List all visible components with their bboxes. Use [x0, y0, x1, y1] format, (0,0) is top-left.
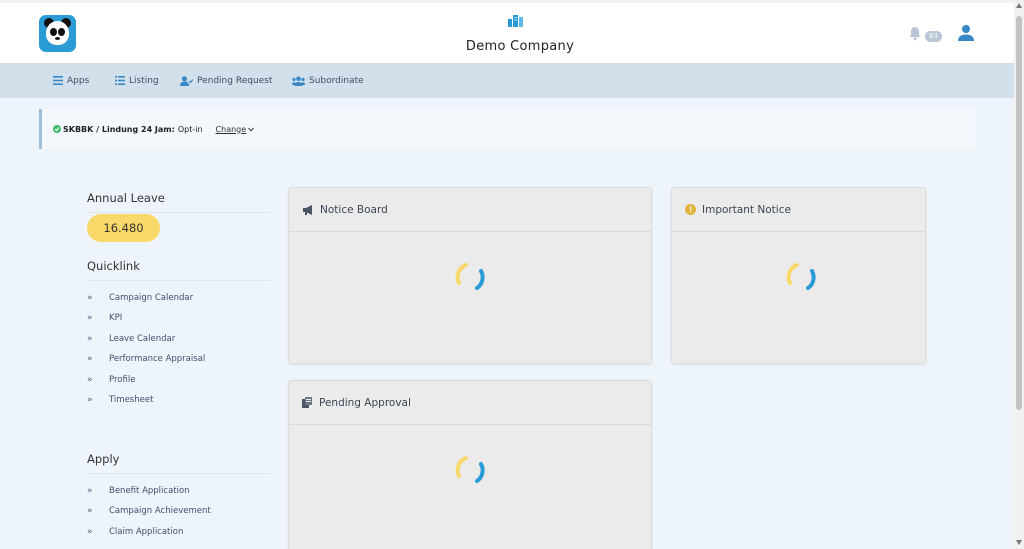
- status-bar: SKBBK / Lindung 24 Jam: Opt-in Change: [39, 109, 975, 149]
- divider: [87, 473, 271, 474]
- notice-board-title: Notice Board: [320, 203, 388, 216]
- chevron-down-icon: [248, 127, 255, 132]
- pending-approval-card: Pending Approval: [288, 380, 652, 549]
- users-icon: [292, 76, 305, 86]
- divider: [87, 212, 271, 213]
- quicklink-campaign-calendar[interactable]: » Campaign Calendar: [87, 291, 193, 304]
- double-chevron-right-icon: »: [87, 526, 93, 537]
- annual-leave-heading: Annual Leave: [87, 191, 165, 205]
- quicklink-label: Timesheet: [109, 394, 154, 405]
- apply-link-label: Campaign Achievement: [109, 505, 211, 516]
- nav-apps-label: Apps: [67, 75, 90, 86]
- user-icon[interactable]: [957, 24, 975, 42]
- bell-icon[interactable]: [908, 26, 922, 41]
- loading-spinner-icon: [786, 263, 816, 290]
- quicklink-label: Campaign Calendar: [109, 292, 194, 303]
- notice-board-header: Notice Board: [289, 188, 651, 232]
- apply-heading: Apply: [87, 452, 120, 466]
- important-notice-header: Important Notice: [672, 188, 925, 232]
- nav-pending-request-label: Pending Request: [197, 75, 273, 86]
- scroll-up-arrow-icon[interactable]: [1016, 3, 1022, 8]
- check-circle-icon: [53, 125, 61, 133]
- important-notice-card: Important Notice: [671, 187, 926, 364]
- quicklink-heading: Quicklink: [87, 259, 140, 273]
- panda-logo-icon[interactable]: [39, 15, 76, 52]
- change-dropdown[interactable]: Change: [216, 125, 255, 134]
- double-chevron-right-icon: »: [87, 333, 93, 344]
- nav-apps[interactable]: Apps: [53, 63, 89, 98]
- nav-pending-request[interactable]: Pending Request: [180, 63, 272, 98]
- change-label: Change: [215, 124, 247, 134]
- notice-board-card: Notice Board: [288, 187, 652, 364]
- info-circle-icon: [685, 204, 696, 215]
- quicklink-kpi[interactable]: » KPI: [87, 311, 122, 324]
- double-chevron-right-icon: »: [87, 485, 93, 496]
- apply-link-label: Claim Application: [109, 526, 184, 537]
- apply-link-label: Benefit Application: [109, 485, 190, 496]
- menu-icon: [53, 76, 63, 85]
- status-label: SKBBK / Lindung 24 Jam:: [63, 124, 175, 134]
- divider: [87, 280, 271, 281]
- nav-listing-label: Listing: [129, 75, 159, 86]
- scroll-down-arrow-icon[interactable]: [1016, 540, 1022, 545]
- nav-subordinate-label: Subordinate: [309, 75, 364, 86]
- scroll-thumb[interactable]: [1016, 16, 1022, 410]
- double-chevron-right-icon: »: [87, 312, 93, 323]
- loading-spinner-icon: [455, 456, 485, 483]
- status-value: Opt-in: [177, 124, 203, 134]
- user-check-icon: [180, 75, 193, 86]
- apply-benefit-application[interactable]: » Benefit Application: [87, 484, 190, 497]
- quicklink-leave-calendar[interactable]: » Leave Calendar: [87, 332, 175, 345]
- notification-badge[interactable]: 83: [925, 31, 942, 42]
- apply-claim-application[interactable]: » Claim Application: [87, 525, 183, 538]
- quicklink-label: Profile: [109, 374, 136, 385]
- important-notice-title: Important Notice: [702, 203, 791, 216]
- copy-icon: [302, 397, 312, 408]
- double-chevron-right-icon: »: [87, 394, 93, 405]
- double-chevron-right-icon: »: [87, 505, 93, 516]
- double-chevron-right-icon: »: [87, 374, 93, 385]
- quicklink-timesheet[interactable]: » Timesheet: [87, 393, 153, 406]
- main-navbar: Apps Listing Pending Request Subordinate: [0, 63, 1014, 98]
- double-chevron-right-icon: »: [87, 353, 93, 364]
- company-name: Demo Company: [465, 39, 575, 54]
- quicklink-label: Performance Appraisal: [109, 353, 206, 364]
- building-icon: [508, 15, 523, 27]
- quicklink-label: Leave Calendar: [109, 333, 176, 344]
- loading-spinner-icon: [455, 263, 485, 290]
- pending-approval-header: Pending Approval: [289, 381, 651, 425]
- annual-leave-balance: 16.480: [87, 214, 160, 242]
- top-header: Demo Company 83: [0, 0, 1014, 63]
- quicklink-label: KPI: [109, 312, 123, 323]
- page-scrollbar[interactable]: [1014, 0, 1024, 549]
- nav-listing[interactable]: Listing: [115, 63, 159, 98]
- apply-campaign-achievement[interactable]: » Campaign Achievement: [87, 504, 211, 517]
- list-icon: [115, 76, 125, 85]
- quicklink-performance-appraisal[interactable]: » Performance Appraisal: [87, 352, 205, 365]
- megaphone-icon: [303, 204, 312, 215]
- nav-subordinate[interactable]: Subordinate: [292, 63, 364, 98]
- pending-approval-title: Pending Approval: [319, 396, 411, 409]
- quicklink-profile[interactable]: » Profile: [87, 373, 135, 386]
- double-chevron-right-icon: »: [87, 292, 93, 303]
